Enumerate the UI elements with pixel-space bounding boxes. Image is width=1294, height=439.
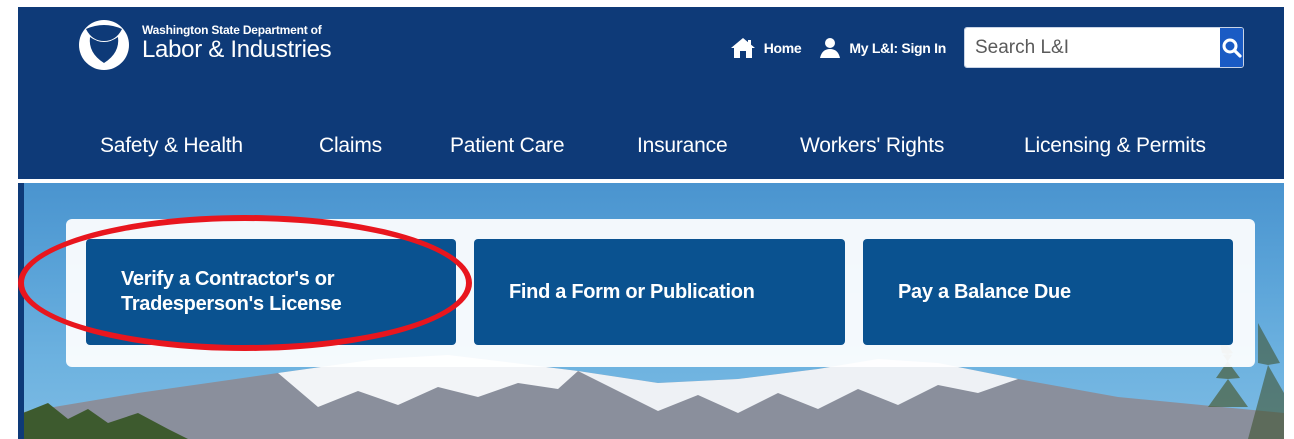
verify-license-line-1: Verify a Contractor's or: [121, 268, 335, 290]
home-link-label: Home: [763, 39, 802, 56]
find-form-tile[interactable]: Find a Form or Publication: [474, 239, 845, 345]
find-form-label: Find a Form or Publication: [509, 280, 755, 303]
signin-link-label: My L&I: Sign In: [849, 39, 946, 56]
agency-name-big: Labor & Industries: [142, 36, 332, 63]
search-button[interactable]: [1220, 28, 1243, 67]
nav-item-patient-care[interactable]: Patient Care: [450, 134, 565, 158]
agency-name-small: Washington State Department of: [142, 23, 322, 37]
hero-banner: Verify a Contractor's or Tradesperson's …: [18, 183, 1284, 439]
site-header: Washington State Department of Labor & I…: [18, 7, 1284, 179]
nav-item-safety-health[interactable]: Safety & Health: [100, 134, 243, 158]
nav-item-claims[interactable]: Claims: [319, 134, 382, 158]
utility-bar: Home My L&I: Sign In: [730, 27, 1244, 68]
hero-left-edge: [18, 183, 24, 439]
agency-logo-icon: [79, 20, 129, 70]
agency-logo[interactable]: Washington State Department of Labor & I…: [76, 19, 332, 71]
search-icon: [1222, 38, 1242, 58]
verify-license-line-2: Tradesperson's License: [121, 293, 342, 315]
verify-license-label: Verify a Contractor's or Tradesperson's …: [121, 267, 342, 317]
nav-item-licensing-permits[interactable]: Licensing & Permits: [1024, 134, 1206, 158]
signin-link[interactable]: My L&I: Sign In: [819, 37, 946, 59]
quick-links-panel: Verify a Contractor's or Tradesperson's …: [66, 219, 1255, 367]
home-icon: [730, 37, 755, 58]
agency-name: Washington State Department of Labor & I…: [142, 19, 332, 63]
nav-item-insurance[interactable]: Insurance: [637, 134, 728, 158]
search-input[interactable]: [965, 28, 1220, 67]
pay-balance-tile[interactable]: Pay a Balance Due: [863, 239, 1233, 345]
verify-license-tile[interactable]: Verify a Contractor's or Tradesperson's …: [86, 239, 456, 345]
user-icon: [820, 37, 841, 58]
home-link[interactable]: Home: [730, 37, 802, 59]
search-box: [964, 27, 1244, 68]
page-frame: Washington State Department of Labor & I…: [18, 7, 1284, 439]
nav-item-workers-rights[interactable]: Workers' Rights: [800, 134, 944, 158]
pay-balance-label: Pay a Balance Due: [898, 280, 1071, 303]
